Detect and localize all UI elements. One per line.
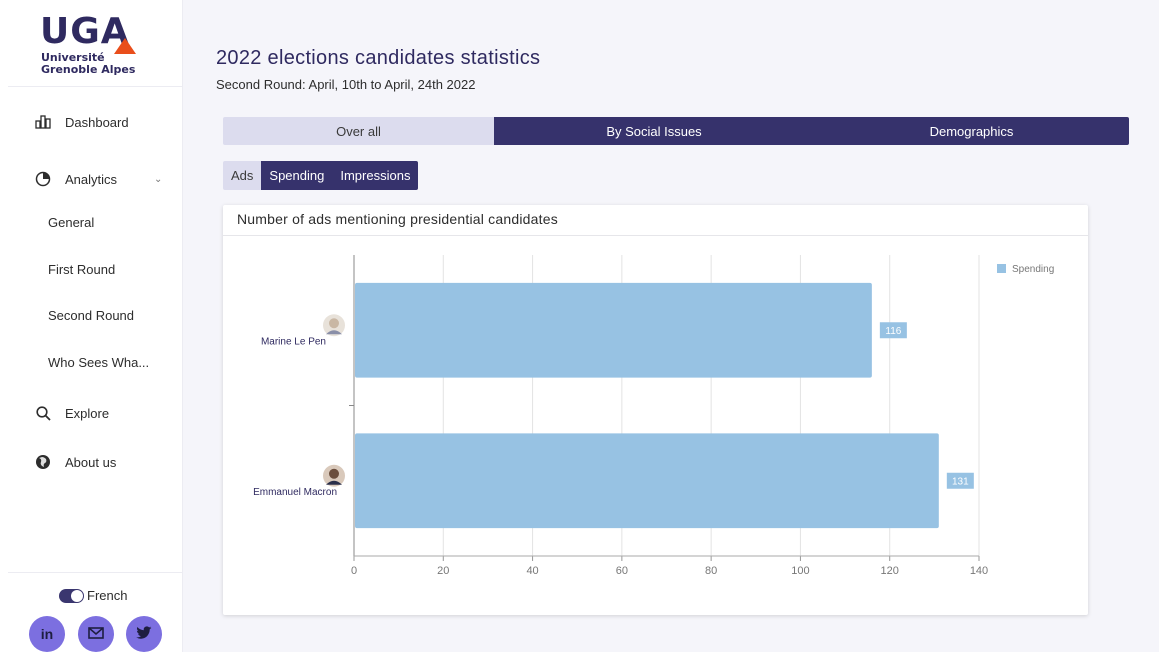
legend-label: Spending bbox=[1012, 264, 1054, 275]
data-label: 131 bbox=[952, 476, 969, 487]
main-tabs: Over all By Social Issues Demographics bbox=[223, 117, 1129, 145]
sidebar-item-label: Explore bbox=[65, 405, 110, 421]
sidebar-divider bbox=[8, 572, 182, 573]
sidebar-item-label: Second Round bbox=[48, 307, 135, 323]
sidebar-item-label: First Round bbox=[48, 261, 116, 277]
avatar-head bbox=[329, 318, 339, 329]
toggle-knob bbox=[71, 589, 83, 602]
category-label: Marine Le Pen bbox=[261, 336, 326, 347]
sidebar-item-dashboard[interactable]: Dashboard bbox=[0, 108, 182, 136]
tab-by-social-issues[interactable]: By Social Issues bbox=[494, 117, 814, 145]
sidebar-item-explore[interactable]: Explore bbox=[0, 399, 182, 427]
x-tick-label: 60 bbox=[616, 565, 628, 577]
tab-ads[interactable]: Ads bbox=[223, 161, 262, 190]
bar bbox=[355, 282, 872, 378]
mail-icon bbox=[88, 626, 104, 642]
sidebar-item-first-round[interactable]: First Round bbox=[0, 255, 182, 283]
sidebar-item-label: Dashboard bbox=[65, 114, 129, 130]
language-label: French bbox=[87, 588, 128, 603]
x-tick-label: 40 bbox=[526, 565, 538, 577]
bar bbox=[355, 433, 939, 529]
logo-line2: Grenoble Alpes bbox=[41, 63, 136, 76]
x-tick-label: 80 bbox=[705, 565, 717, 577]
data-label: 116 bbox=[885, 326, 901, 337]
tab-spending[interactable]: Spending bbox=[261, 161, 333, 190]
x-tick-label: 20 bbox=[437, 565, 449, 577]
x-tick-label: 100 bbox=[791, 565, 809, 577]
sidebar-item-who-sees-what[interactable]: Who Sees Wha... bbox=[0, 348, 182, 376]
linkedin-icon: in bbox=[40, 626, 54, 642]
page-title: 2022 elections candidates statistics bbox=[216, 47, 541, 69]
twitter-button[interactable] bbox=[126, 616, 162, 652]
category-label: Emmanuel Macron bbox=[253, 487, 337, 498]
tab-over-all[interactable]: Over all bbox=[223, 117, 494, 145]
x-tick-label: 0 bbox=[351, 565, 357, 577]
language-toggle[interactable]: French bbox=[59, 588, 127, 603]
chart-card: Number of ads mentioning presidential ca… bbox=[223, 205, 1088, 615]
toggle-switch[interactable] bbox=[59, 588, 84, 603]
linkedin-button[interactable]: in bbox=[29, 616, 65, 652]
sidebar-item-about-us[interactable]: About us bbox=[0, 448, 182, 476]
avatar-head bbox=[329, 468, 339, 479]
sidebar-item-label: About us bbox=[65, 454, 117, 470]
tab-demographics[interactable]: Demographics bbox=[814, 117, 1129, 145]
bar-chart-icon bbox=[35, 114, 51, 130]
mail-button[interactable] bbox=[78, 616, 114, 652]
sidebar-item-label: General bbox=[48, 214, 95, 230]
chevron-down-icon: ⌄ bbox=[154, 173, 163, 185]
globe-icon bbox=[35, 454, 51, 470]
bar-chart: 0 20 40 60 80 100 120 140 116 Marine Le Pen 131 Emm… bbox=[253, 255, 1054, 577]
sidebar-divider bbox=[8, 86, 182, 87]
search-icon bbox=[35, 405, 51, 421]
logo-triangle-icon bbox=[114, 38, 136, 54]
sidebar: UGA Université Grenoble Alpes Dashboard … bbox=[0, 0, 183, 652]
uga-logo[interactable]: UGA Université Grenoble Alpes bbox=[40, 14, 150, 78]
metric-tabs: Ads Spending Impressions bbox=[223, 161, 419, 190]
sidebar-item-analytics[interactable]: Analytics ⌄ bbox=[0, 165, 182, 193]
sidebar-item-label: Analytics bbox=[65, 171, 118, 187]
x-tick-label: 120 bbox=[881, 565, 899, 577]
twitter-icon bbox=[136, 625, 152, 643]
x-tick-label: 140 bbox=[970, 565, 988, 577]
pie-chart-icon bbox=[35, 171, 51, 187]
sidebar-item-general[interactable]: General bbox=[0, 208, 182, 236]
sidebar-item-second-round[interactable]: Second Round bbox=[0, 301, 182, 329]
tab-impressions[interactable]: Impressions bbox=[332, 161, 419, 190]
legend-swatch bbox=[997, 264, 1006, 273]
page-subtitle: Second Round: April, 10th to April, 24th… bbox=[216, 77, 476, 92]
sidebar-item-label: Who Sees Wha... bbox=[48, 354, 150, 370]
